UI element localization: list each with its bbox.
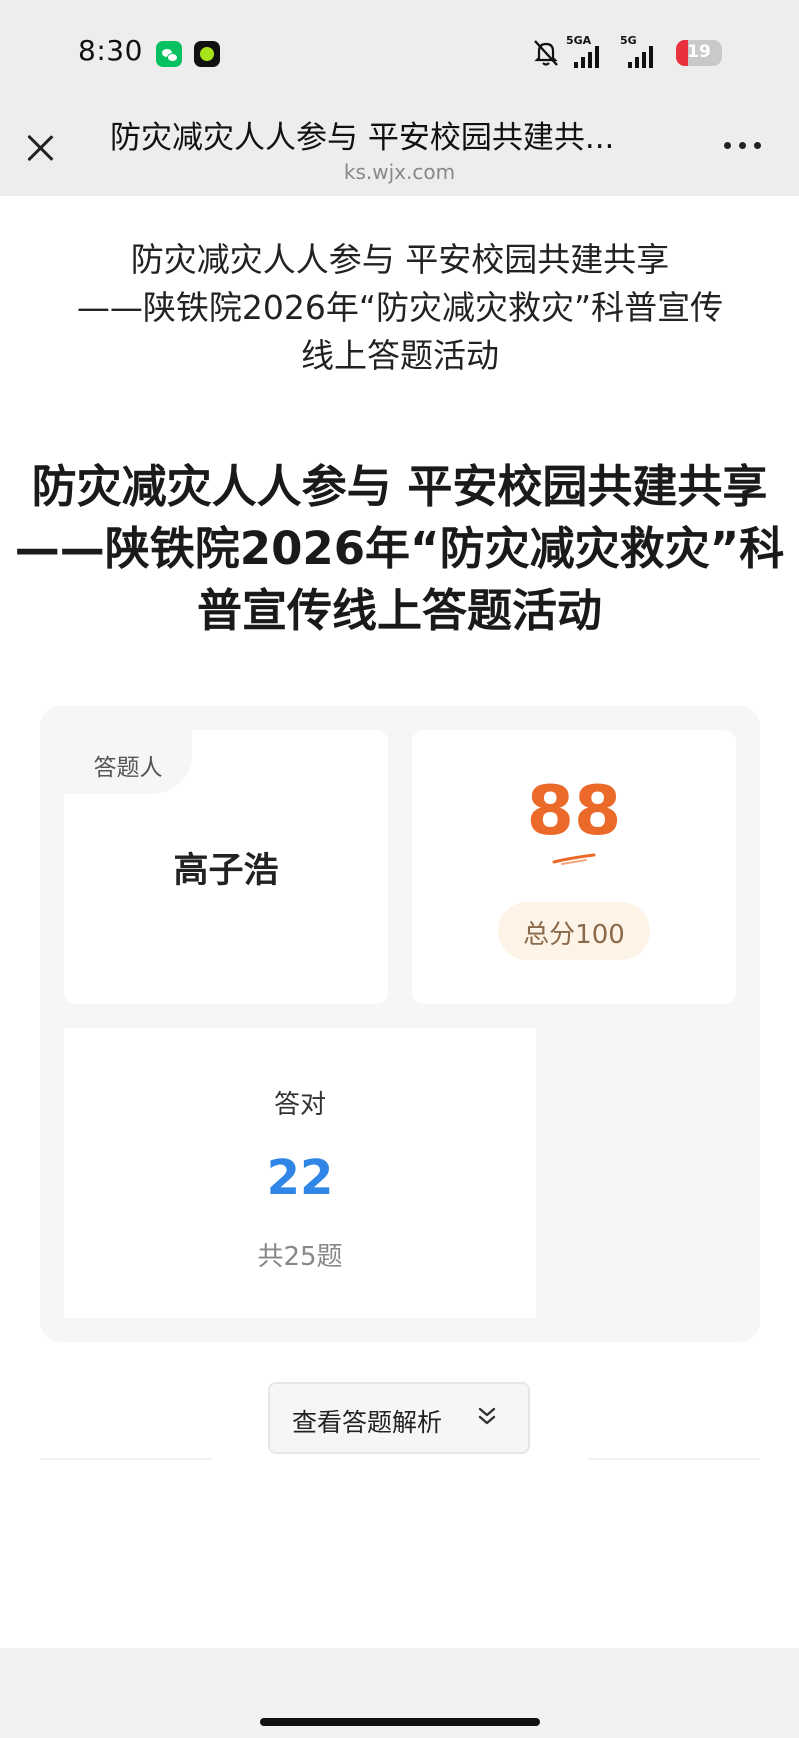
answerer-name: 高子浩 bbox=[173, 851, 279, 891]
nav-title: 防灾减灾人人参与 平安校园共建共... bbox=[110, 120, 615, 156]
page-title: 防灾减灾人人参与 平安校园共建共享 ——陕铁院2026年“防灾减灾救灾”科 普宣… bbox=[14, 460, 785, 637]
signal-icon: 5GA bbox=[566, 34, 610, 68]
divider bbox=[40, 1458, 212, 1460]
correct-label: 答对 bbox=[273, 1090, 326, 1120]
score-total: 总分100 bbox=[523, 920, 625, 950]
wechat-icon bbox=[156, 41, 182, 67]
app-icon bbox=[194, 41, 220, 67]
score-value: 88 bbox=[526, 772, 622, 851]
battery-level: 19 bbox=[687, 42, 711, 62]
chevron-down-icon[interactable] bbox=[475, 1404, 499, 1430]
divider bbox=[588, 1458, 760, 1460]
mute-icon bbox=[534, 40, 558, 66]
survey-header-title: 防灾减灾人人参与 平安校园共建共享 ——陕铁院2026年“防灾减灾救灾”科普宣传… bbox=[76, 240, 724, 375]
total-questions: 共25题 bbox=[257, 1242, 343, 1272]
signal-icon-2: 5G bbox=[620, 34, 664, 68]
score-underline-icon bbox=[552, 853, 596, 865]
battery-icon: 19 bbox=[676, 40, 722, 66]
home-indicator[interactable] bbox=[260, 1718, 540, 1726]
correct-count: 22 bbox=[266, 1150, 334, 1206]
nav-url: ks.wjx.com bbox=[343, 160, 456, 184]
view-analysis-label[interactable]: 查看答题解析 bbox=[292, 1403, 442, 1439]
more-icon[interactable] bbox=[724, 142, 764, 152]
answerer-label: 答题人 bbox=[93, 755, 163, 781]
status-time: 8:30 bbox=[78, 34, 143, 67]
